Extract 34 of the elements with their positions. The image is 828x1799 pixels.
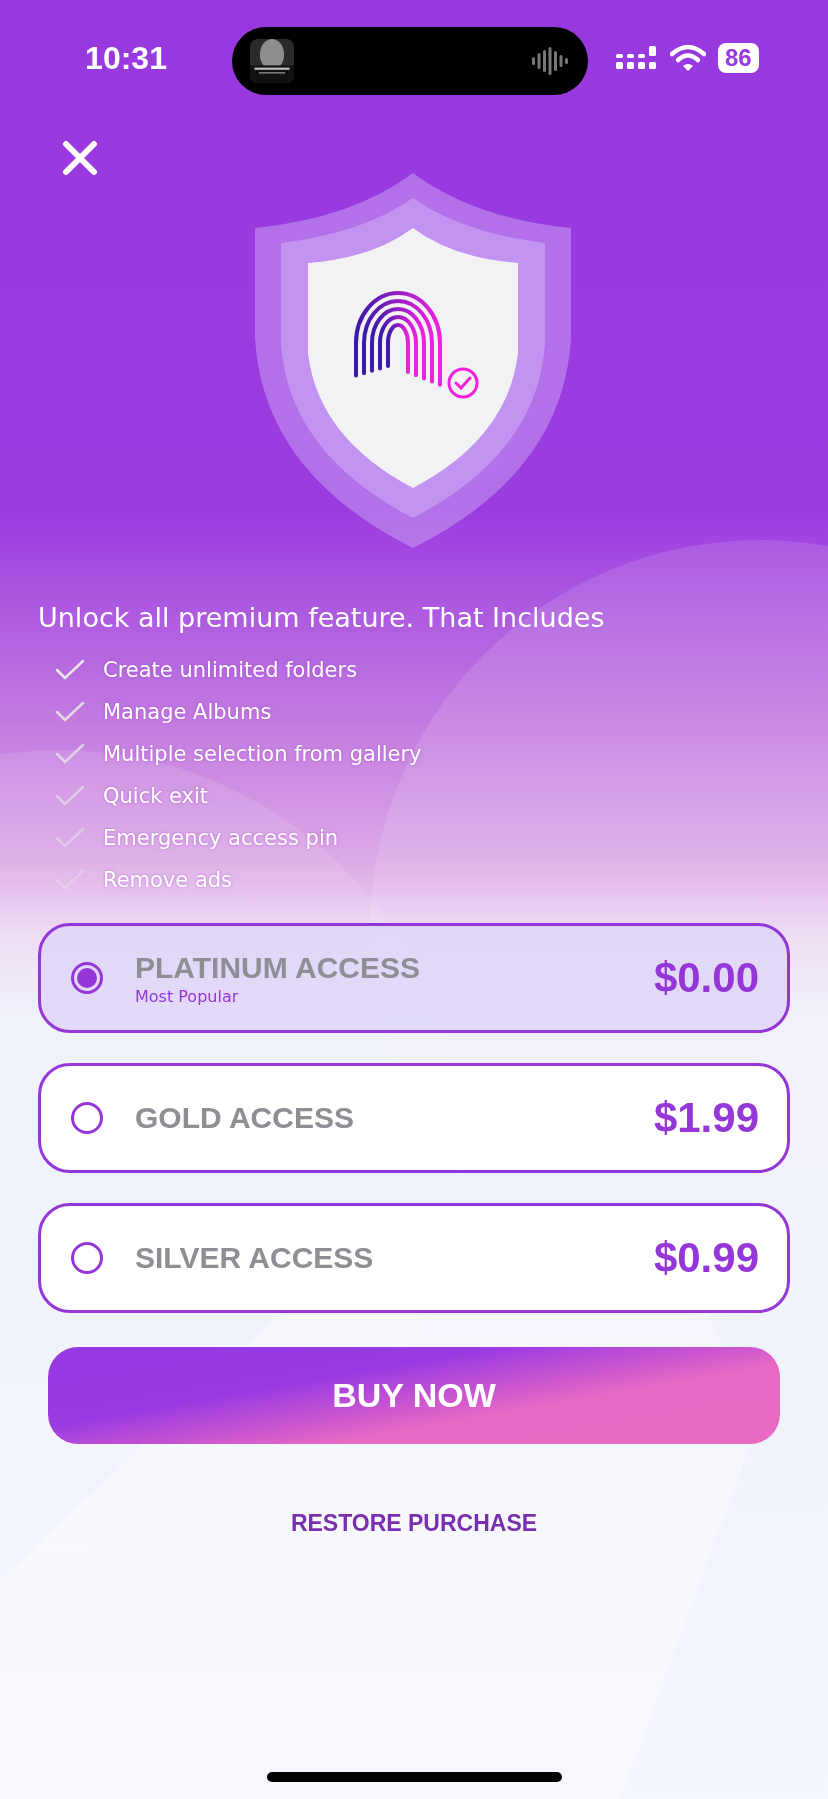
check-icon	[55, 659, 85, 681]
radio-button[interactable]	[71, 962, 103, 994]
buy-now-button[interactable]: BUY NOW	[48, 1347, 780, 1444]
audio-wave-icon	[530, 46, 570, 76]
radio-button[interactable]	[71, 1102, 103, 1134]
plan-name: GOLD ACCESS	[135, 1101, 355, 1135]
plan-option[interactable]: GOLD ACCESS $1.99	[38, 1063, 790, 1173]
feature-text: Manage Albums	[103, 700, 272, 724]
close-icon[interactable]	[60, 138, 100, 178]
status-time: 10:31	[84, 39, 168, 77]
plan-price: $0.00	[653, 954, 759, 1002]
check-icon	[55, 701, 85, 723]
plan-option[interactable]: SILVER ACCESS $0.99	[38, 1203, 790, 1313]
plan-subtitle: Most Popular	[135, 986, 240, 1006]
radio-button[interactable]	[71, 1242, 103, 1274]
check-icon	[55, 743, 85, 765]
plan-price: $1.99	[653, 1094, 759, 1142]
feature-text: Multiple selection from gallery	[103, 742, 422, 766]
plan-option[interactable]: PLATINUM ACCESS Most Popular $0.00	[38, 923, 790, 1033]
plan-name: SILVER ACCESS	[135, 1241, 375, 1275]
check-icon	[55, 827, 85, 849]
battery-level: 86	[725, 44, 752, 72]
check-icon	[55, 869, 85, 891]
feature-text: Quick exit	[103, 784, 209, 808]
signal-icon	[616, 44, 658, 72]
feature-text: Create unlimited folders	[103, 658, 358, 682]
feature-text: Emergency access pin	[103, 826, 339, 850]
check-icon	[55, 785, 85, 807]
wifi-icon	[670, 44, 706, 72]
plan-price: $0.99	[653, 1234, 759, 1282]
feature-text: Remove ads	[103, 868, 233, 892]
features-heading: Unlock all premium feature. That Includes	[38, 602, 606, 633]
restore-purchase-link[interactable]: RESTORE PURCHASE	[290, 1510, 538, 1537]
plan-name: PLATINUM ACCESS	[135, 950, 421, 985]
